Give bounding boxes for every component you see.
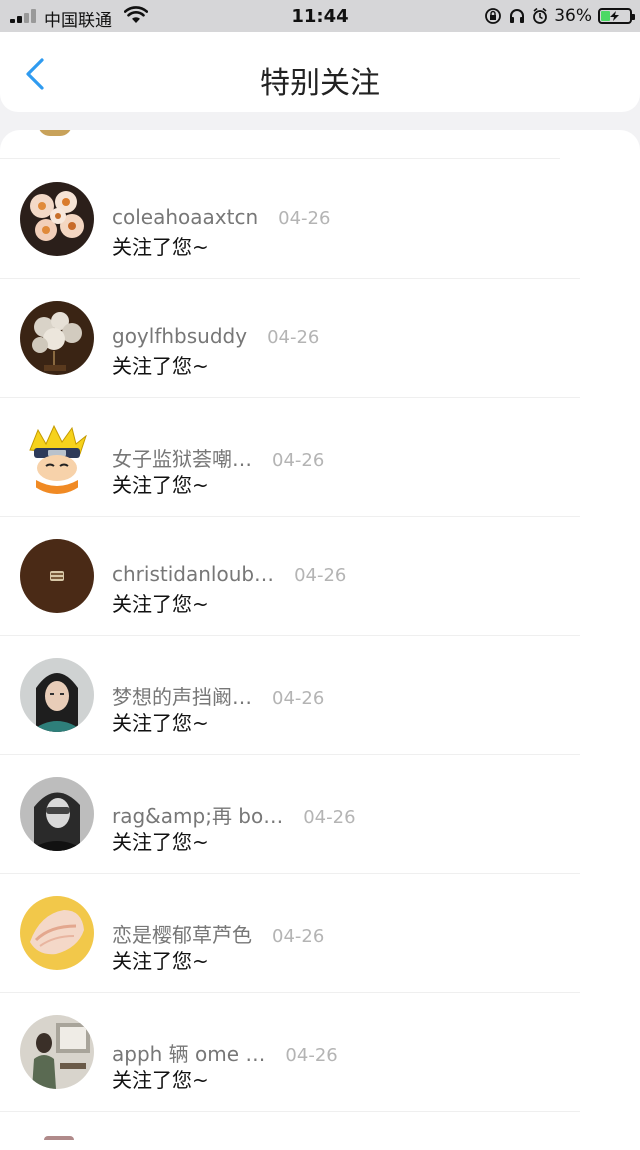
follower-list: coleahoaaxtcn 04-26 关注了您~ goylfhbsuddy 0…: [0, 130, 640, 1150]
follow-date: 04-26: [267, 327, 320, 348]
follow-message: 关注了您~: [112, 235, 209, 259]
list-item[interactable]: goylfhbsuddy 04-26 关注了您~: [0, 279, 640, 398]
divider: [0, 1111, 580, 1112]
list-item[interactable]: christidanloub… 04-26 关注了您~: [0, 517, 640, 636]
username-row: 恋是樱郁草芦色 04-26: [112, 919, 324, 948]
follow-message: 关注了您~: [112, 830, 209, 854]
headphones-icon: [510, 9, 525, 23]
follow-message: 关注了您~: [112, 354, 209, 378]
list-item[interactable]: rag&amp;再 bo… 04-26 关注了您~: [0, 755, 640, 874]
username-row: coleahoaaxtcn 04-26: [112, 205, 330, 229]
avatar: [20, 539, 94, 613]
nav-bar: 特别关注: [0, 32, 640, 112]
username: 恋是樱郁草芦色: [112, 923, 252, 947]
username-row: christidanloub… 04-26: [112, 562, 346, 586]
username: goylfhbsuddy: [112, 324, 248, 348]
username: christidanloub…: [112, 562, 275, 586]
page-title: 特别关注: [260, 66, 380, 101]
avatar: [20, 420, 94, 494]
username: rag&amp;再 bo…: [112, 804, 284, 828]
username: apph 辆 ome …: [112, 1042, 266, 1066]
username-row: 女子监狱荟嘲… 04-26: [112, 443, 324, 472]
username-row: 梦想的声挡阚… 04-26: [112, 681, 324, 710]
divider: [0, 158, 560, 159]
avatar: [44, 1136, 74, 1140]
avatar: [20, 182, 94, 256]
avatar: [20, 1015, 94, 1089]
avatar: [20, 777, 94, 851]
rotation-lock-icon: [485, 8, 502, 24]
status-bar: 中国联通 11:44 36%: [0, 0, 640, 32]
follow-message: 关注了您~: [112, 949, 209, 973]
follow-date: 04-26: [294, 565, 347, 586]
username-row: rag&amp;再 bo… 04-26: [112, 800, 356, 829]
follow-date: 04-26: [285, 1045, 338, 1066]
follow-message: 关注了您~: [112, 1068, 209, 1092]
avatar: [20, 896, 94, 970]
follow-date: 04-26: [272, 926, 325, 947]
avatar: [20, 301, 94, 375]
list-item[interactable]: apph 辆 ome … 04-26 关注了您~: [0, 993, 640, 1112]
username-row: goylfhbsuddy 04-26: [112, 324, 319, 348]
list-item[interactable]: 恋是樱郁草芦色 04-26 关注了您~: [0, 874, 640, 993]
follow-date: 04-26: [272, 688, 325, 709]
battery-percent: 36%: [554, 6, 592, 26]
follow-date: 04-26: [303, 807, 356, 828]
username: 梦想的声挡阚…: [112, 685, 252, 709]
username-row: apph 辆 ome … 04-26: [112, 1038, 338, 1067]
follow-message: 关注了您~: [112, 473, 209, 497]
avatar: [20, 658, 94, 732]
follow-message: 关注了您~: [112, 711, 209, 735]
battery-icon: [598, 8, 635, 24]
list-item[interactable]: 梦想的声挡阚… 04-26 关注了您~: [0, 636, 640, 755]
follow-date: 04-26: [278, 208, 331, 229]
list-item[interactable]: coleahoaaxtcn 04-26 关注了您~: [0, 160, 640, 279]
username: coleahoaaxtcn: [112, 205, 259, 229]
avatar: [38, 130, 72, 136]
alarm-icon: [533, 7, 548, 24]
list-item[interactable]: 女子监狱荟嘲… 04-26 关注了您~: [0, 398, 640, 517]
follow-message: 关注了您~: [112, 592, 209, 616]
username: 女子监狱荟嘲…: [112, 447, 252, 471]
follow-date: 04-26: [272, 450, 325, 471]
